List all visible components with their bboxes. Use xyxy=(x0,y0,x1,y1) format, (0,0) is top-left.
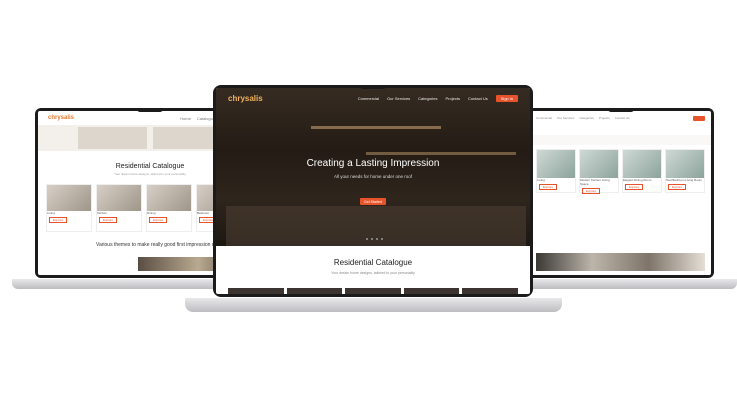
nav-link[interactable]: Commercial xyxy=(358,96,379,101)
carousel-dots[interactable] xyxy=(366,238,383,240)
catalogue-thumb[interactable] xyxy=(228,288,284,294)
catalogue-image-strip xyxy=(228,288,518,294)
card-explore-button[interactable]: Explore xyxy=(668,184,687,190)
catalogue-card[interactable]: Teal Bedroom Living Room Explore xyxy=(665,149,705,193)
nav-link[interactable]: Contact Us xyxy=(468,96,488,101)
strip-image xyxy=(153,127,222,149)
strip-image xyxy=(78,127,147,149)
card-label: Kitchen xyxy=(97,211,108,215)
nav-link[interactable]: Categories xyxy=(579,116,594,120)
laptop-right-screen-frame: Commercial Our Services Categories Proje… xyxy=(527,108,714,278)
card-image xyxy=(580,150,618,178)
signin-button[interactable]: Sign in xyxy=(495,95,518,102)
card-label: Modern Kitchen Living Space xyxy=(580,178,610,186)
site-logo[interactable]: chrysalis xyxy=(228,94,263,103)
hero-banner: chrysalis Commercial Our Services Catego… xyxy=(216,88,530,246)
card-explore-button[interactable]: Explore xyxy=(149,217,168,223)
catalogue-cards: Living Explore Modern Kitchen Living Spa… xyxy=(530,145,711,197)
nav-link[interactable]: Home xyxy=(180,116,191,121)
nav-link[interactable]: Categories xyxy=(418,96,437,101)
card-image xyxy=(147,185,191,211)
carousel-dot[interactable] xyxy=(366,238,368,240)
card-label: Living xyxy=(47,211,55,215)
nav-link[interactable]: Commercial xyxy=(536,116,552,120)
card-explore-button[interactable]: Explore xyxy=(539,184,558,190)
catalogue-card[interactable]: Elegant Dining Room Explore xyxy=(622,149,662,193)
card-image xyxy=(623,150,661,178)
laptop-center-screen: chrysalis Commercial Our Services Catego… xyxy=(216,88,530,294)
card-image xyxy=(666,150,704,178)
card-label: Elegant Dining Room xyxy=(623,178,652,182)
hero-shelf xyxy=(311,126,441,129)
catalogue-card[interactable]: Kitchen Explore xyxy=(96,184,142,232)
section-header-band xyxy=(530,135,711,145)
laptop-center-screen-frame: chrysalis Commercial Our Services Catego… xyxy=(213,85,533,297)
card-explore-button[interactable]: Explore xyxy=(99,217,118,223)
section-subtitle: Your dream home designs, tailored to you… xyxy=(331,271,415,275)
card-label: Dining xyxy=(147,211,156,215)
carousel-dot[interactable] xyxy=(376,238,378,240)
catalogue-thumb[interactable] xyxy=(403,288,460,294)
nav-link[interactable]: Our Services xyxy=(387,96,410,101)
catalogue-thumb[interactable] xyxy=(286,288,343,294)
get-started-button[interactable]: Get Started xyxy=(360,198,386,205)
catalogue-thumb[interactable] xyxy=(345,288,401,294)
card-image xyxy=(47,185,91,211)
carousel-dot[interactable] xyxy=(381,238,383,240)
section-title: Residential Catalogue xyxy=(333,258,413,267)
catalogue-card[interactable]: Living Explore xyxy=(46,184,92,232)
nav-link[interactable]: Contact Us xyxy=(615,116,630,120)
nav-link[interactable]: Projects xyxy=(446,96,460,101)
card-image xyxy=(537,150,575,178)
hero-title: Creating a Lasting Impression xyxy=(306,158,440,169)
camera-notch xyxy=(360,85,386,89)
card-image xyxy=(97,185,141,211)
site-logo[interactable]: chrysalis xyxy=(48,115,74,121)
card-explore-button[interactable]: Explore xyxy=(625,184,644,190)
card-label: Teal Bedroom Living Room xyxy=(666,178,703,182)
camera-notch xyxy=(137,108,163,112)
right-site-nav: Commercial Our Services Categories Proje… xyxy=(530,111,711,125)
carousel-dot[interactable] xyxy=(371,238,373,240)
laptop-right-screen: Commercial Our Services Categories Proje… xyxy=(530,111,711,275)
catalogue-card[interactable]: Modern Kitchen Living Space Explore xyxy=(579,149,619,194)
signin-button[interactable] xyxy=(693,115,705,121)
hero-subtitle: All your needs for home under one roof xyxy=(333,174,413,179)
hero-counter xyxy=(226,206,526,246)
catalogue-thumb[interactable] xyxy=(462,288,518,294)
laptop-right-base xyxy=(525,279,737,289)
nav-link[interactable]: Projects xyxy=(599,116,610,120)
card-explore-button[interactable]: Explore xyxy=(582,188,601,194)
hero-shelf xyxy=(366,152,516,155)
catalogue-card[interactable]: Living Explore xyxy=(536,149,576,193)
themes-image-strip xyxy=(536,253,705,271)
nav-link[interactable]: Our Services xyxy=(557,116,574,120)
camera-notch xyxy=(607,108,634,112)
laptop-center-base xyxy=(185,298,562,312)
catalogue-card[interactable]: Dining Explore xyxy=(146,184,192,232)
center-site-nav: chrysalis Commercial Our Services Catego… xyxy=(228,94,518,103)
card-label: Living xyxy=(537,178,545,182)
card-explore-button[interactable]: Explore xyxy=(49,217,68,223)
